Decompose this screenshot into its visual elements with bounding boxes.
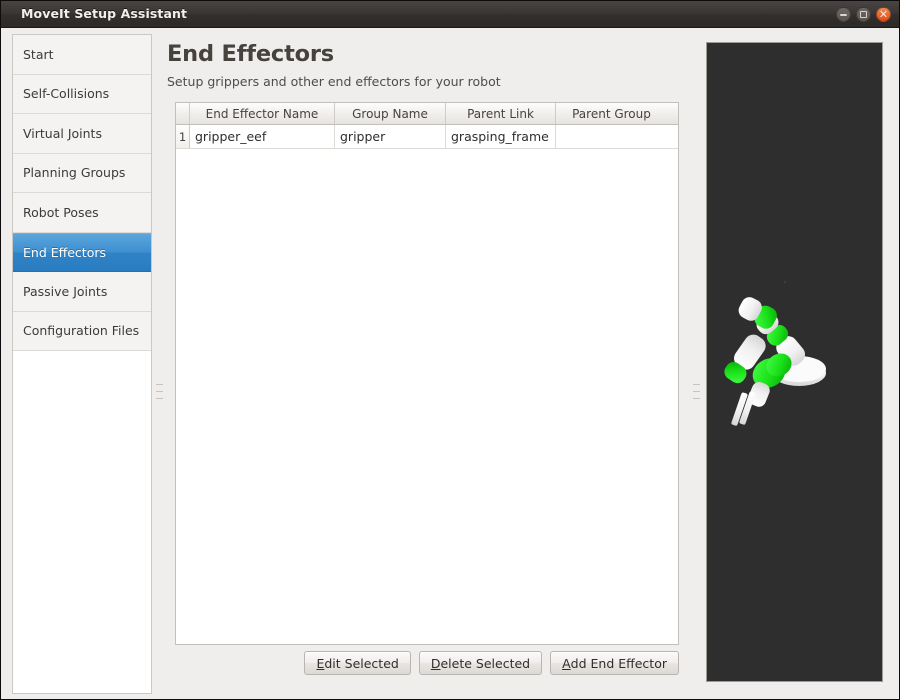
add-end-effector-button[interactable]: Add End Effector: [550, 651, 679, 675]
navigation-sidebar: Start Self-Collisions Virtual Joints Pla…: [12, 34, 152, 694]
cell-parent-link[interactable]: grasping_frame: [446, 125, 556, 148]
maximize-icon: [857, 8, 870, 21]
table-row[interactable]: 1 gripper_eef gripper grasping_frame: [176, 125, 678, 149]
sidebar-item-label: End Effectors: [23, 244, 107, 260]
sidebar-item-robot-poses[interactable]: Robot Poses: [13, 193, 151, 233]
end-effectors-panel: End Effectors Setup grippers and other e…: [164, 29, 688, 699]
edit-selected-button[interactable]: Edit Selected: [304, 651, 411, 675]
table-header-group-name[interactable]: Group Name: [335, 103, 446, 124]
window-title: MoveIt Setup Assistant: [21, 6, 188, 21]
robot-model-graphic: [724, 280, 826, 426]
sidebar-item-label: Planning Groups: [23, 165, 126, 181]
maximize-button[interactable]: [856, 7, 871, 22]
delete-selected-button[interactable]: Delete Selected: [418, 651, 543, 675]
action-button-row: Edit Selected Delete Selected Add End Ef…: [164, 651, 690, 675]
sidebar-item-planning-groups[interactable]: Planning Groups: [13, 153, 151, 193]
sidebar-item-end-effectors[interactable]: End Effectors: [13, 232, 151, 272]
application-window: MoveIt Setup Assistant ✕ Start Self-Coll…: [0, 0, 900, 700]
main-content-area: Start Self-Collisions Virtual Joints Pla…: [1, 29, 899, 699]
page-title: End Effectors: [167, 41, 334, 67]
cell-parent-group[interactable]: [556, 125, 667, 148]
left-splitter-handle[interactable]: [156, 384, 163, 399]
sidebar-item-label: Passive Joints: [23, 283, 108, 299]
table-header-corner[interactable]: [176, 103, 190, 124]
robot-3d-viewport[interactable]: [706, 42, 883, 682]
table-header-row: End Effector Name Group Name Parent Link…: [176, 103, 678, 125]
sidebar-item-self-collisions[interactable]: Self-Collisions: [13, 74, 151, 114]
end-effectors-table[interactable]: End Effector Name Group Name Parent Link…: [175, 102, 679, 645]
page-subtitle: Setup grippers and other end effectors f…: [167, 74, 501, 89]
right-splitter-handle[interactable]: [693, 384, 700, 399]
close-icon: ✕: [878, 8, 889, 21]
minimize-button[interactable]: [836, 7, 851, 22]
table-header-parent-link[interactable]: Parent Link: [446, 103, 556, 124]
minimize-icon: [837, 8, 850, 21]
edit-selected-mnemonic: E: [316, 655, 325, 671]
add-end-effector-mnemonic: A: [562, 655, 571, 671]
robot-gripper-fingers: [731, 391, 756, 426]
sidebar-item-label: Configuration Files: [23, 323, 140, 339]
viewport-marker-dot: [783, 280, 787, 284]
cell-end-effector-name[interactable]: gripper_eef: [190, 125, 335, 148]
sidebar-item-configuration-files[interactable]: Configuration Files: [13, 311, 151, 351]
delete-selected-label: elete Selected: [440, 655, 531, 671]
sidebar-item-label: Virtual Joints: [23, 125, 102, 141]
sidebar-item-virtual-joints[interactable]: Virtual Joints: [13, 114, 151, 154]
table-row-number: 1: [176, 125, 190, 148]
cell-group-name[interactable]: gripper: [335, 125, 446, 148]
sidebar-item-label: Robot Poses: [23, 204, 99, 220]
title-bar: MoveIt Setup Assistant ✕: [1, 1, 899, 28]
sidebar-item-start[interactable]: Start: [13, 35, 151, 75]
sidebar-item-label: Start: [23, 46, 54, 62]
sidebar-item-passive-joints[interactable]: Passive Joints: [13, 272, 151, 312]
delete-selected-mnemonic: D: [430, 655, 441, 671]
add-end-effector-label: dd End Effector: [570, 655, 667, 671]
close-button[interactable]: ✕: [876, 7, 891, 22]
table-header-parent-group[interactable]: Parent Group: [556, 103, 667, 124]
edit-selected-label: dit Selected: [324, 655, 399, 671]
sidebar-item-label: Self-Collisions: [23, 86, 110, 102]
table-header-end-effector-name[interactable]: End Effector Name: [190, 103, 335, 124]
